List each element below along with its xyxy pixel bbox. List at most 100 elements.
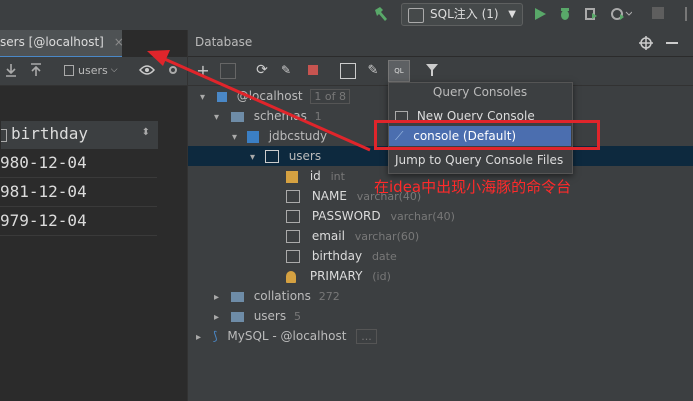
chevron-down-icon: ▾	[232, 132, 238, 143]
datasource-label: users	[78, 63, 108, 77]
column-name: birthday	[311, 249, 363, 263]
schemas-label: schemas	[253, 109, 307, 123]
schema-icon	[246, 130, 259, 143]
upload-icon[interactable]	[28, 62, 44, 78]
tree-item-column[interactable]: email varchar(60)	[286, 226, 419, 246]
coverage-icon[interactable]	[583, 6, 599, 22]
tree-item-users[interactable]: ▸ users 5	[214, 306, 301, 326]
column-type: varchar(60)	[354, 230, 420, 243]
run-config-label: SQL注入 (1)	[430, 7, 499, 21]
edit-icon[interactable]: ✎	[365, 62, 381, 78]
table-row[interactable]: 979-12-04	[0, 206, 157, 236]
schema-label: jdbcstudy	[268, 129, 328, 143]
run-icon[interactable]	[532, 6, 548, 22]
filter-icon[interactable]	[424, 62, 440, 78]
column-header-label: birthday	[11, 124, 89, 143]
annotation-highlight-box	[374, 120, 600, 150]
popup-item-jump-to-files[interactable]: Jump to Query Console Files	[395, 150, 563, 170]
chevron-right-icon: ▸	[214, 312, 220, 323]
chevron-down-icon: ▾	[250, 152, 256, 163]
tree-item-schemas[interactable]: ▾ schemas 1	[214, 106, 322, 126]
column-header[interactable]: birthday ⬍	[0, 120, 159, 150]
tree-item-column[interactable]: PASSWORD varchar(40)	[286, 206, 455, 226]
collations-count: 272	[318, 290, 340, 303]
database-panel-title: Database	[195, 35, 253, 49]
schemas-count: 1	[314, 110, 322, 123]
annotation-text: 在idea中出现小海豚的命令台	[374, 178, 572, 196]
crosshair-icon[interactable]	[638, 35, 654, 51]
query-console-icon[interactable]: QL	[388, 60, 410, 82]
users-count: 5	[293, 310, 301, 323]
copy-icon[interactable]	[220, 63, 236, 79]
table-label: users	[288, 149, 322, 163]
tree-item-table[interactable]: ▾ users	[250, 146, 321, 166]
column-icon	[286, 250, 300, 263]
stop-icon[interactable]	[308, 65, 318, 75]
mysql-label: MySQL - @localhost	[227, 329, 347, 343]
run-configuration-select[interactable]: SQL注入 (1) ▼	[401, 3, 523, 26]
tree-item-column[interactable]: id int	[286, 166, 345, 186]
root-label: @localhost	[236, 89, 303, 103]
chevron-right-icon: ▸	[196, 332, 202, 343]
download-icon[interactable]	[3, 62, 19, 78]
settings-icon[interactable]	[165, 62, 181, 78]
tree-item-mysql[interactable]: ▸ ⟆ MySQL - @localhost ...	[196, 326, 377, 346]
debug-icon[interactable]	[557, 6, 573, 22]
column-type: (id)	[372, 270, 391, 283]
table-icon	[264, 150, 279, 163]
chevron-down-icon: ▾	[214, 112, 220, 123]
users-label: users	[253, 309, 287, 323]
more-icon[interactable]	[680, 5, 692, 23]
editor-tab-label-wrap: sers [@localhost] ×	[0, 35, 124, 49]
key-icon	[286, 170, 298, 183]
tree-item-column[interactable]: birthday date	[286, 246, 397, 266]
database-panel-header	[188, 30, 693, 56]
close-icon[interactable]: ×	[114, 35, 124, 49]
add-icon[interactable]: +	[195, 61, 211, 80]
editor-toolbar: users ⌵	[0, 57, 187, 86]
column-type: varchar(40)	[390, 210, 455, 223]
profile-icon[interactable]	[610, 6, 632, 22]
column-name: id	[309, 169, 321, 183]
stop-icon[interactable]	[652, 7, 664, 19]
column-type: date	[371, 250, 397, 263]
table-cell: 980-12-04	[0, 153, 87, 172]
chevron-down-icon: ▼	[508, 9, 516, 20]
hammer-icon[interactable]	[372, 5, 390, 23]
minimize-icon[interactable]	[666, 42, 678, 44]
column-icon	[286, 210, 300, 223]
datasource-select[interactable]: users ⌵	[64, 62, 124, 78]
schema-edit-icon[interactable]: ✎	[278, 62, 294, 78]
tree-item-root[interactable]: ▾ @localhost 1 of 8	[200, 86, 350, 106]
editor-tab-label: sers [@localhost]	[0, 35, 104, 49]
tree-item-collations[interactable]: ▸ collations 272	[214, 286, 340, 306]
tree-item-schema[interactable]: ▾ jdbcstudy	[232, 126, 327, 146]
table-row[interactable]: 980-12-04	[0, 148, 157, 178]
column-type: int	[330, 170, 345, 183]
popup-title: Query Consoles	[432, 85, 528, 99]
popup-item-label: Jump to Query Console Files	[395, 153, 564, 167]
folder-icon	[230, 291, 244, 302]
folder-icon	[230, 111, 244, 122]
config-icon	[408, 8, 424, 23]
table-cell: 981-12-04	[0, 182, 87, 201]
table-row[interactable]: 981-12-04	[0, 177, 157, 207]
eye-icon[interactable]	[138, 62, 156, 78]
table-icon	[64, 64, 74, 76]
collations-label: collations	[253, 289, 311, 303]
server-icon	[216, 91, 227, 102]
column-icon	[286, 230, 300, 243]
column-name: NAME	[311, 189, 347, 203]
sort-icon[interactable]: ⬍	[142, 127, 150, 138]
root-badge: 1 of 8	[310, 89, 350, 104]
chevron-down-icon: ⌵	[110, 65, 118, 75]
refresh-icon[interactable]: ⟳	[254, 62, 270, 78]
table-view-icon[interactable]	[340, 63, 356, 79]
column-icon	[286, 190, 300, 203]
chevron-down-icon: ▾	[200, 92, 206, 103]
key-icon	[286, 270, 296, 283]
folder-icon	[230, 311, 244, 322]
mysql-badge[interactable]: ...	[356, 329, 377, 344]
column-name: email	[311, 229, 345, 243]
tree-item-index[interactable]: PRIMARY (id)	[286, 266, 391, 286]
